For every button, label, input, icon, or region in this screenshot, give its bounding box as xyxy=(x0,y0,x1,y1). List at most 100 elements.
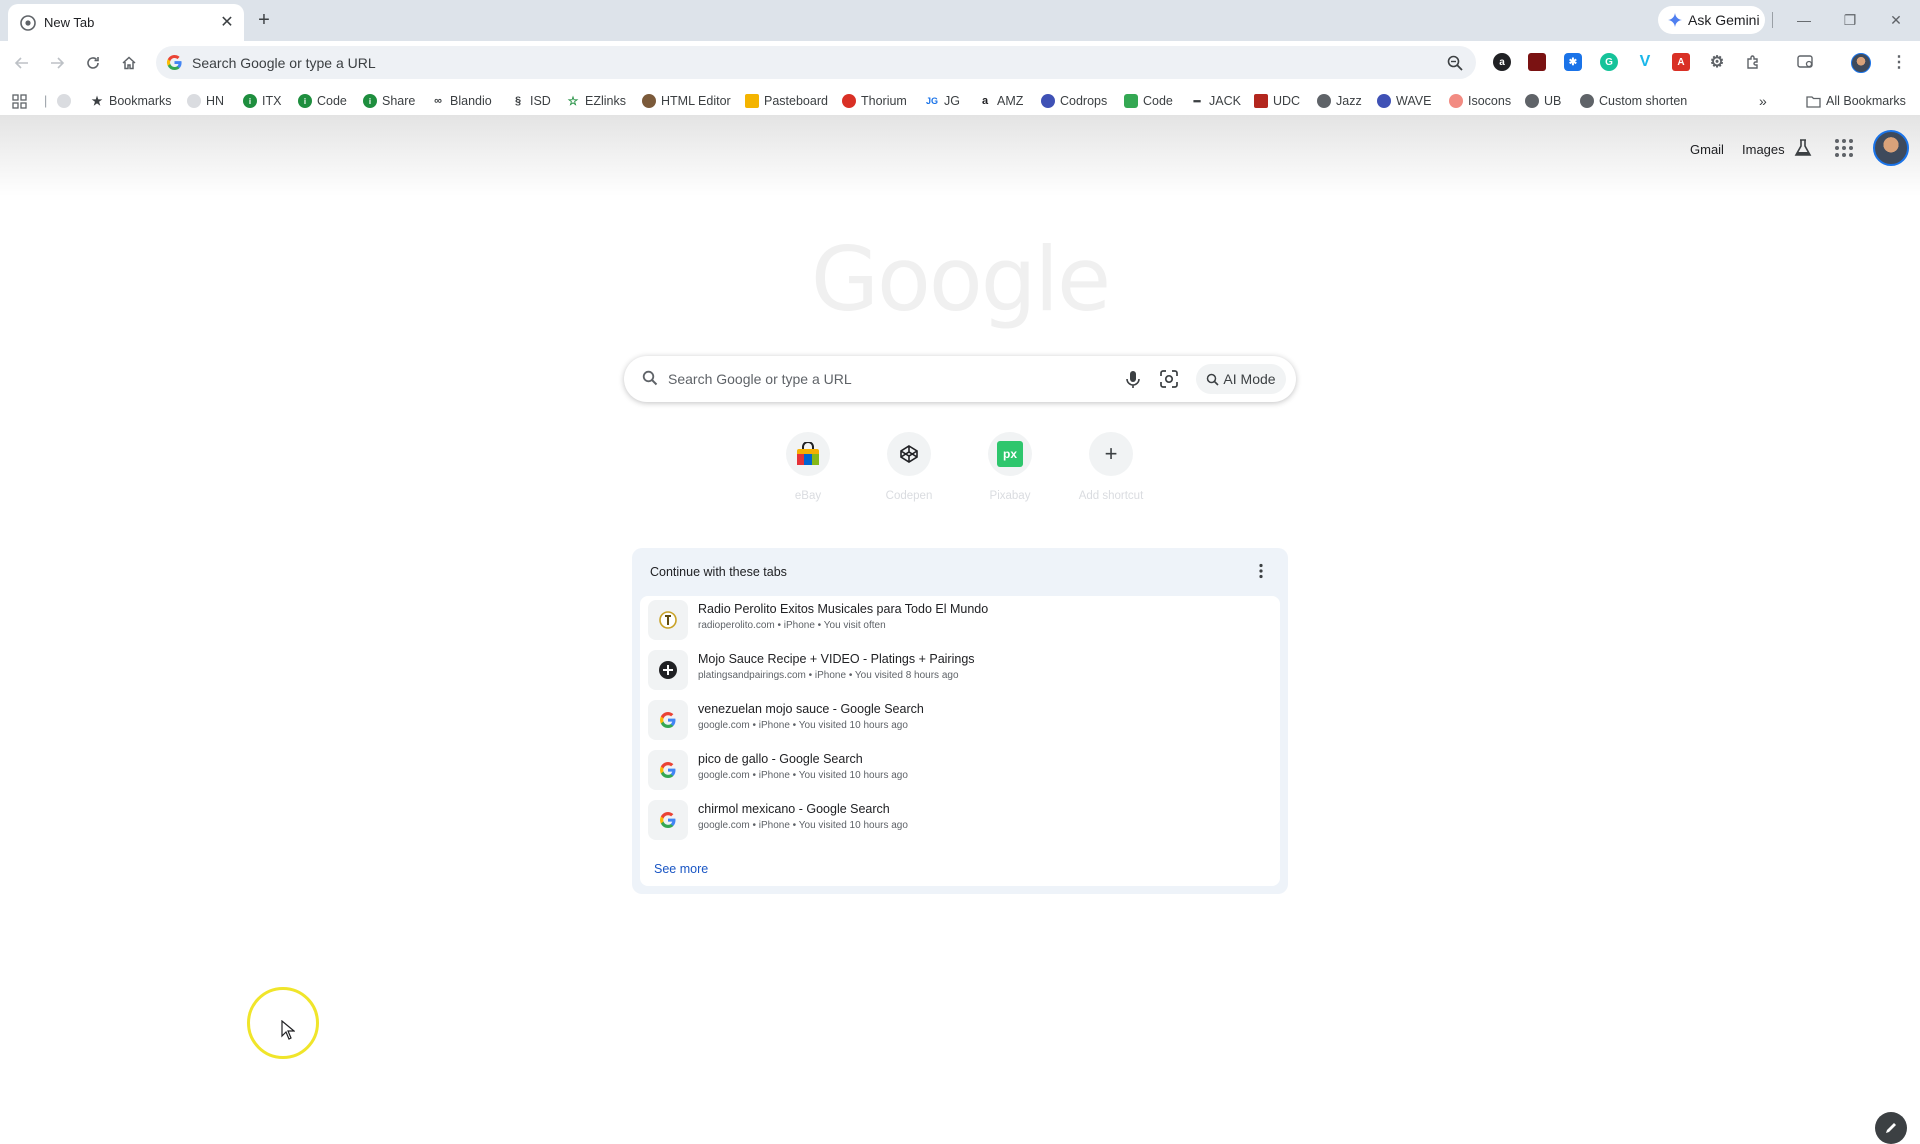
bookmark-label: Share xyxy=(382,94,416,108)
link-icon xyxy=(57,94,71,108)
zoom-icon[interactable] xyxy=(1446,54,1464,72)
gear-icon[interactable]: ⚙ xyxy=(1708,53,1726,71)
bookmark-item[interactable]: WAVE xyxy=(1377,92,1431,110)
bookmark-item[interactable]: HTML Editor xyxy=(642,92,731,110)
list-item[interactable]: pico de gallo - Google Search google.com… xyxy=(646,746,1274,792)
bookmark-label: UDC xyxy=(1273,94,1301,108)
google-g-icon xyxy=(166,54,182,71)
extension-icon-3[interactable]: ✱ xyxy=(1564,53,1582,71)
ai-mode-button[interactable]: AI Mode xyxy=(1196,364,1286,394)
extension-icon-2[interactable] xyxy=(1528,53,1546,71)
forward-button[interactable] xyxy=(45,51,69,75)
home-icon xyxy=(122,56,136,70)
list-item[interactable]: Mojo Sauce Recipe + VIDEO - Platings + P… xyxy=(646,646,1274,692)
bookmark-item[interactable]: ━ JACK xyxy=(1190,92,1241,110)
list-item[interactable]: chirmol mexicano - Google Search google.… xyxy=(646,796,1274,842)
ai-mode-label: AI Mode xyxy=(1223,371,1276,387)
gmail-link[interactable]: Gmail xyxy=(1690,142,1724,157)
ask-gemini-button[interactable]: Ask Gemini xyxy=(1658,6,1765,34)
bookmark-item[interactable]: ★ Bookmarks xyxy=(90,92,172,110)
bookmark-item[interactable]: Custom shorten xyxy=(1580,92,1687,110)
bookmark-item[interactable]: i Share xyxy=(363,92,415,110)
bookmark-item[interactable]: UB xyxy=(1525,92,1561,110)
bookmark-item[interactable]: ☆ EZlinks xyxy=(566,92,626,110)
grammarly-icon[interactable]: G xyxy=(1600,53,1618,71)
bookmarks-bar: | ★ Bookmarks HN i ITX i Code i Share ∞ Bland… xyxy=(0,84,1920,116)
bookmark-label: HN xyxy=(206,94,225,108)
labs-flask-icon[interactable] xyxy=(1793,138,1813,158)
ai-search-icon xyxy=(1207,373,1219,386)
wave-icon xyxy=(1377,94,1391,108)
bookmark-item[interactable]: i ITX xyxy=(243,92,281,110)
add-shortcut-button[interactable]: + Add shortcut xyxy=(1063,432,1159,510)
menu-kebab-icon[interactable]: ⋮ xyxy=(1890,53,1908,71)
bookmark-item[interactable]: Codrops xyxy=(1041,92,1107,110)
extensions-puzzle-icon[interactable] xyxy=(1744,53,1762,71)
bookmark-item[interactable]: ∞ Blandio xyxy=(431,92,492,110)
new-tab-button[interactable]: + xyxy=(253,9,275,31)
list-item[interactable]: Radio Perolito Exitos Musicales para Tod… xyxy=(646,596,1274,642)
bookmark-label: Blandio xyxy=(450,94,492,108)
tab-search-icon[interactable] xyxy=(1797,53,1815,71)
profile-avatar[interactable] xyxy=(1851,53,1871,73)
divider xyxy=(1772,12,1773,28)
back-button[interactable] xyxy=(10,51,34,75)
search-box[interactable]: Search Google or type a URL AI Mode xyxy=(624,356,1296,402)
google-lens-icon[interactable] xyxy=(1158,368,1180,390)
bookmark-item[interactable]: JG JG xyxy=(925,92,960,110)
address-bar[interactable]: Search Google or type a URL xyxy=(156,46,1476,79)
bookmark-item[interactable]: Isocons xyxy=(1449,92,1511,110)
pencil-icon xyxy=(1886,1123,1896,1133)
bookmark-item[interactable]: Thorium xyxy=(842,92,907,110)
tab-title: New Tab xyxy=(44,15,95,30)
images-link[interactable]: Images xyxy=(1742,142,1785,157)
jack-icon: ━ xyxy=(1193,95,1201,108)
google-g-icon xyxy=(648,750,688,790)
vimeo-icon[interactable]: V xyxy=(1636,53,1654,71)
shortcut-ebay[interactable]: eBay xyxy=(760,432,856,510)
shortcut-label: Pixabay xyxy=(989,490,1031,502)
more-bookmarks-chevron-icon[interactable]: » xyxy=(1759,92,1767,110)
close-tab-icon[interactable]: ✕ xyxy=(218,13,236,31)
bookmark-item[interactable]: § ISD xyxy=(511,92,551,110)
extension-icon-1[interactable]: a xyxy=(1493,53,1511,71)
restore-button[interactable]: ❐ xyxy=(1832,8,1868,32)
all-bookmarks-button[interactable]: All Bookmarks xyxy=(1806,92,1906,110)
bookmark-item[interactable]: HN xyxy=(187,92,224,110)
close-window-button[interactable]: ✕ xyxy=(1878,8,1914,32)
shortcut-pixabay[interactable]: px Pixabay xyxy=(962,432,1058,510)
bookmark-blank[interactable] xyxy=(57,92,71,110)
apps-grid-icon[interactable] xyxy=(12,92,27,110)
google-apps-icon[interactable] xyxy=(1834,138,1854,158)
home-button[interactable] xyxy=(117,51,141,75)
card-menu-kebab-icon[interactable] xyxy=(1252,562,1270,580)
item-subtitle: google.com • iPhone • You visited 10 hou… xyxy=(698,820,908,831)
bookmark-item[interactable]: Jazz xyxy=(1317,92,1362,110)
minimize-button[interactable]: — xyxy=(1786,8,1822,32)
customize-pencil-button[interactable] xyxy=(1875,1112,1907,1144)
header-shade xyxy=(0,116,1920,196)
code-icon xyxy=(1124,94,1138,108)
see-more-link[interactable]: See more xyxy=(654,862,708,876)
bookmark-item[interactable]: i Code xyxy=(298,92,347,110)
microphone-icon[interactable] xyxy=(1122,368,1144,390)
continue-tabs-card: Continue with these tabs Radio Perolito … xyxy=(632,548,1288,894)
ebay-icon xyxy=(786,432,830,476)
bookmark-item[interactable]: Pasteboard xyxy=(745,92,828,110)
globe-icon xyxy=(1317,94,1331,108)
shortcut-codepen[interactable]: Codepen xyxy=(861,432,957,510)
bookmark-item[interactable]: a AMZ xyxy=(978,92,1023,110)
pdf-icon[interactable]: A xyxy=(1672,53,1690,71)
bookmark-dot-icon[interactable]: | xyxy=(44,92,47,110)
bookmark-item[interactable]: UDC xyxy=(1254,92,1300,110)
bookmark-item[interactable]: Code xyxy=(1124,92,1173,110)
plus-circle-icon xyxy=(648,650,688,690)
tab-new-tab[interactable]: New Tab ✕ xyxy=(8,4,244,41)
item-title: Mojo Sauce Recipe + VIDEO - Platings + P… xyxy=(698,652,975,666)
account-avatar[interactable] xyxy=(1873,130,1909,166)
reload-button[interactable] xyxy=(81,51,105,75)
bookmark-label: Custom shorten xyxy=(1599,94,1688,108)
list-item[interactable]: venezuelan mojo sauce - Google Search go… xyxy=(646,696,1274,742)
amazon-icon: a xyxy=(981,95,989,107)
bookmark-label: Bookmarks xyxy=(109,94,172,108)
